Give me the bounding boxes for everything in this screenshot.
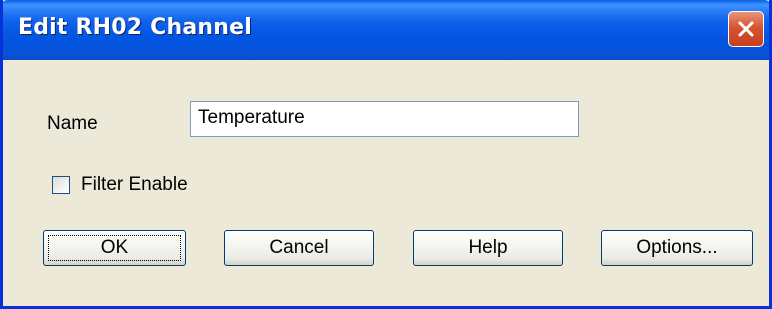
edit-channel-dialog: Edit RH02 Channel Name Temperature Filte… bbox=[0, 0, 772, 309]
help-button[interactable]: Help bbox=[413, 230, 563, 266]
name-input[interactable]: Temperature bbox=[190, 101, 579, 137]
dialog-title: Edit RH02 Channel bbox=[18, 15, 252, 40]
filter-enable-checkbox[interactable] bbox=[52, 176, 70, 194]
cancel-button[interactable]: Cancel bbox=[224, 230, 374, 266]
title-bar[interactable]: Edit RH02 Channel bbox=[3, 0, 769, 60]
filter-enable-label[interactable]: Filter Enable bbox=[81, 174, 188, 196]
close-icon bbox=[738, 21, 754, 37]
name-label: Name bbox=[47, 113, 98, 134]
ok-button[interactable]: OK bbox=[43, 230, 186, 266]
options-button[interactable]: Options... bbox=[601, 230, 753, 266]
close-button[interactable] bbox=[728, 11, 764, 47]
